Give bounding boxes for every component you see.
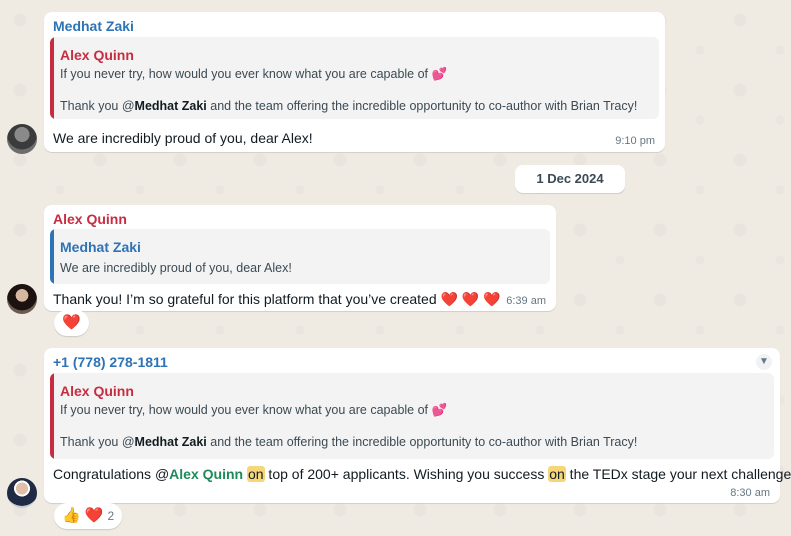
quoted-author: Alex Quinn — [60, 47, 134, 63]
message-time: 8:30 am — [730, 487, 770, 499]
message-time: 9:10 pm — [615, 135, 655, 147]
avatar[interactable] — [7, 124, 37, 154]
quoted-text-line2: Thank you @Medhat Zaki and the team offe… — [60, 99, 638, 113]
sender-name[interactable]: +1 (778) 278-1811 — [53, 354, 168, 370]
message-bubble[interactable]: Alex Quinn Medhat Zaki We are incredibly… — [44, 205, 556, 311]
quoted-text: If you never try, how would you ever kno… — [60, 403, 448, 417]
quoted-message[interactable]: Alex Quinn If you never try, how would y… — [50, 373, 774, 459]
mention: Medhat Zaki — [134, 435, 207, 449]
date-separator: 1 Dec 2024 — [515, 165, 625, 193]
sender-name[interactable]: Alex Quinn — [53, 211, 127, 227]
message-text: Congratulations @Alex Quinn on top of 20… — [53, 466, 791, 482]
reaction-badge[interactable]: ❤️ — [54, 310, 89, 336]
message-text: Thank you! I’m so grateful for this plat… — [53, 291, 501, 307]
message-text: We are incredibly proud of you, dear Ale… — [53, 130, 313, 146]
mention[interactable]: Alex Quinn — [169, 466, 243, 482]
avatar[interactable] — [7, 478, 37, 508]
thumbs-up-heart-icon: 👍 ❤️ — [62, 507, 104, 524]
heart-icon: ❤️ — [62, 314, 81, 331]
quoted-text: We are incredibly proud of you, dear Ale… — [60, 261, 292, 275]
quoted-message[interactable]: Alex Quinn If you never try, how would y… — [50, 37, 659, 119]
message-bubble[interactable]: +1 (778) 278-1811 ▼ Alex Quinn If you ne… — [44, 348, 791, 503]
message-bubble[interactable]: Medhat Zaki Alex Quinn If you never try,… — [44, 12, 665, 152]
quoted-text: If you never try, how would you ever kno… — [60, 67, 448, 81]
quoted-text-line2: Thank you @Medhat Zaki and the team offe… — [60, 435, 638, 449]
reaction-count: 2 — [107, 509, 115, 523]
mention: Medhat Zaki — [134, 99, 207, 113]
reaction-badge[interactable]: 👍 ❤️ 2 — [54, 503, 123, 529]
search-highlight: on — [246, 466, 265, 482]
quoted-author: Medhat Zaki — [60, 239, 141, 255]
sender-name[interactable]: Medhat Zaki — [53, 18, 134, 34]
avatar[interactable] — [7, 284, 37, 314]
quoted-message[interactable]: Medhat Zaki We are incredibly proud of y… — [50, 229, 550, 284]
quoted-author: Alex Quinn — [60, 383, 134, 399]
search-highlight: on — [548, 466, 566, 482]
chevron-down-icon[interactable]: ▼ — [756, 354, 772, 370]
message-time: 6:39 am — [506, 295, 546, 307]
